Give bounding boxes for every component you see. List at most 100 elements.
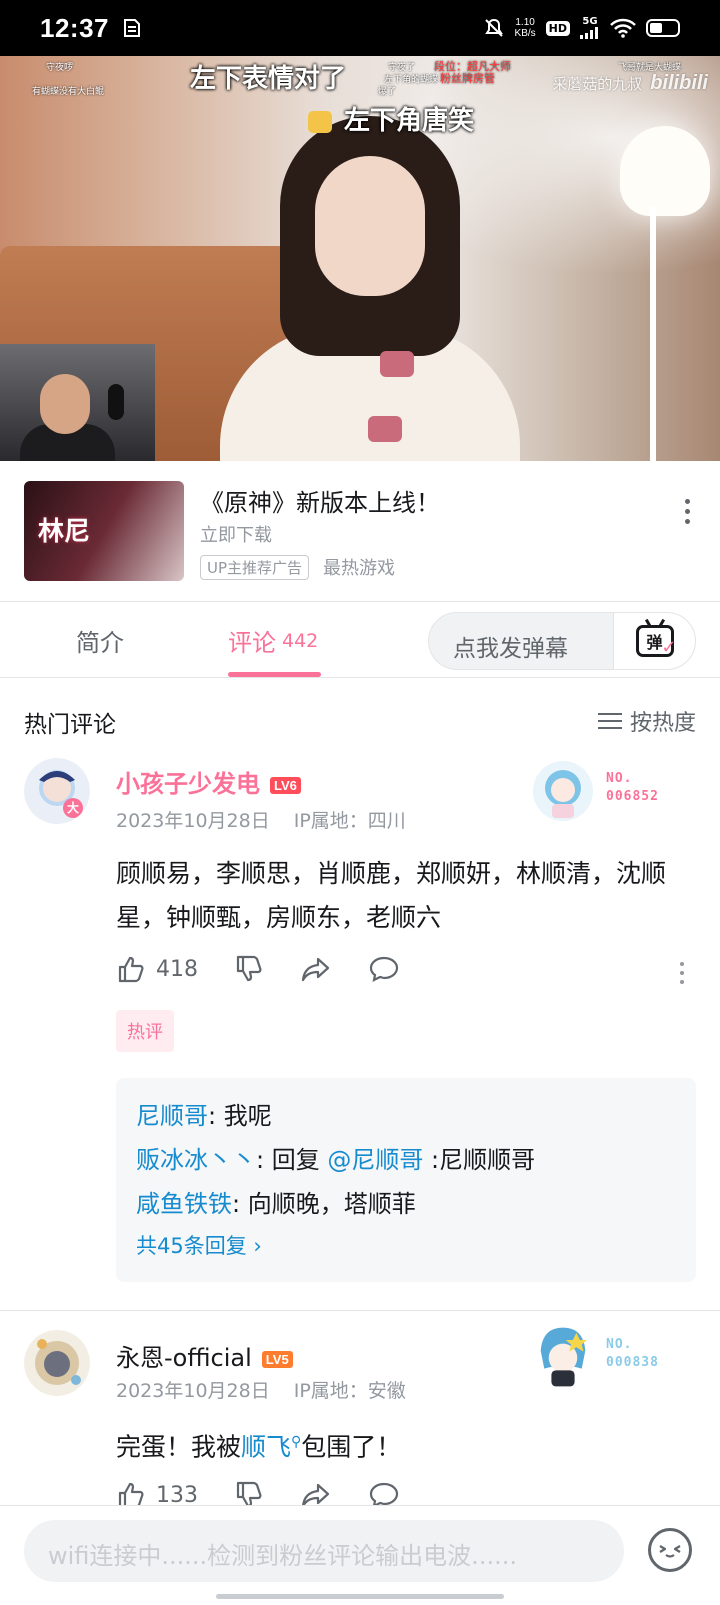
ad-card[interactable]: 林尼 《原神》新版本上线！ 立即下载 UP主推荐广告 最热游戏 — [0, 461, 720, 601]
reply-separator: : — [208, 1102, 217, 1130]
reply-text: 向顺晚，塔顺菲 — [240, 1190, 416, 1218]
share-icon — [301, 957, 330, 982]
ad-image-logo: 林尼 — [38, 517, 91, 547]
reply-mention[interactable]: @尼顺哥 — [327, 1146, 423, 1174]
dislike-button[interactable] — [234, 954, 264, 984]
comment-ip: IP属地：安徽 — [293, 1380, 406, 1402]
fan-badge-avatar-icon — [533, 761, 593, 821]
network-speed-value: 1.10 — [515, 17, 535, 28]
sort-label: 按热度 — [629, 711, 696, 736]
reply-text: 我呢 — [216, 1102, 272, 1130]
danmaku-small: 守夜啰 — [46, 63, 74, 73]
reply-username[interactable]: 尼顺哥 — [136, 1102, 208, 1130]
like-button[interactable]: 418 — [116, 954, 198, 984]
sim-icon — [121, 17, 143, 39]
comment-ip: IP属地：四川 — [293, 810, 406, 832]
hd-badge: HD — [545, 20, 570, 36]
ad-image[interactable]: 林尼 — [24, 481, 184, 581]
bilibili-logo: bilibili — [650, 72, 708, 94]
ad-category: 最热游戏 — [323, 558, 395, 579]
tab-comments-label: 评论 — [228, 629, 276, 657]
video-watermark: 采蘑菇的九叔 bilibili — [552, 72, 708, 95]
sort-button[interactable]: 按热度 — [597, 705, 696, 737]
danmaku-small: 有蝴蝶没有大白鲲 — [32, 87, 105, 97]
comment-date: 2023年10月28日 — [116, 1380, 270, 1402]
like-count: 133 — [156, 1482, 198, 1508]
thumbs-up-emoji-icon — [308, 110, 332, 133]
network-speed: 1.10 KB/s — [515, 17, 536, 39]
comment-meta: 2023年10月28日 IP属地：安徽 — [116, 1376, 406, 1403]
signal-label: 5G — [582, 16, 598, 27]
danmaku-second-text: 左下角唐笑 — [344, 106, 475, 136]
reply-separator: : — [232, 1190, 241, 1218]
comment-date: 2023年10月28日 — [116, 810, 270, 832]
fan-badge-card[interactable]: NO. 006852 — [530, 758, 680, 828]
username-text: 永恩-official — [116, 1344, 252, 1372]
comment-more-icon[interactable] — [680, 962, 684, 984]
home-indicator[interactable] — [216, 1594, 504, 1599]
reply-item[interactable]: 咸鱼铁铁: 向顺晚，塔顺菲 — [136, 1182, 676, 1226]
video-streamer — [200, 106, 530, 461]
reply-preview[interactable]: 尼顺哥: 我呢 贩冰冰丶丶: 回复 @尼顺哥 :尼顺顺哥 咸鱼铁铁: 向顺晚，塔… — [116, 1078, 696, 1282]
comment-text: 完蛋！我被 — [116, 1432, 242, 1462]
ad-more-icon[interactable] — [684, 499, 690, 524]
search-icon[interactable]: ⚲ — [291, 1434, 301, 1450]
comment-bubble-icon — [369, 956, 399, 982]
sort-icon — [597, 713, 622, 729]
view-all-replies-link[interactable]: 共45条回复 › — [136, 1226, 676, 1266]
fan-badge-no-label: NO. — [606, 771, 633, 786]
danmaku-second: 左下角唐笑 — [308, 100, 474, 137]
search-keyword-link[interactable]: 顺飞 — [241, 1432, 291, 1461]
comment-divider — [0, 1310, 720, 1311]
fan-badge-number: 000838 — [606, 1355, 659, 1370]
comment-actions: 418 — [116, 954, 436, 984]
reply-item[interactable]: 贩冰冰丶丶: 回复 @尼顺哥 :尼顺顺哥 — [136, 1138, 676, 1182]
reply-separator: : — [256, 1146, 265, 1174]
ad-subtitle[interactable]: 立即下载 — [200, 521, 272, 547]
fan-badge-no-label: NO. — [606, 1337, 633, 1352]
wifi-icon — [610, 18, 636, 38]
tab-intro[interactable]: 简介 — [76, 602, 124, 679]
avatar[interactable]: 大 — [24, 758, 90, 824]
network-speed-unit: KB/s — [514, 28, 536, 39]
status-time: 12:37 — [40, 12, 109, 43]
danmaku-icon: 弹 ✓ — [635, 625, 677, 658]
mute-icon — [483, 17, 505, 39]
comment-username[interactable]: 永恩-official LV5 — [116, 1338, 293, 1373]
tab-bar: 简介 评论 442 点我发弹幕 弹 ✓ — [0, 601, 720, 678]
comments-count: 442 — [282, 629, 319, 652]
status-bar: 12:37 1.10 KB/s HD 5G — [0, 0, 720, 56]
avatar[interactable] — [24, 1330, 90, 1396]
comment-content: 完蛋！我被顺飞⚲包围了！ — [116, 1420, 676, 1469]
video-player[interactable]: 守夜啰 有蝴蝶没有大白鲲 守夜了 段位：超凡大师 左下角的蝴蝶 粉丝牌房管 爆了… — [0, 56, 720, 461]
avatar-vip-badge: 大 — [67, 801, 80, 815]
fan-badge-avatar-icon — [540, 1327, 588, 1387]
danmaku-top: 左下表情对了 — [190, 64, 347, 94]
reply-item[interactable]: 尼顺哥: 我呢 — [136, 1094, 676, 1138]
reply-username[interactable]: 咸鱼铁铁 — [136, 1190, 232, 1218]
comment-username[interactable]: 小孩子少发电 LV6 — [116, 764, 301, 799]
comment-input-bar: wifi连接中......检测到粉丝评论输出电波...... — [0, 1505, 720, 1605]
thumbs-down-icon — [236, 955, 262, 982]
comment-input[interactable]: wifi连接中......检测到粉丝评论输出电波...... — [24, 1520, 624, 1582]
danmaku-input[interactable]: 点我发弹幕 弹 ✓ — [428, 612, 696, 670]
comment-meta: 2023年10月28日 IP属地：四川 — [116, 806, 406, 833]
danmaku-small: 爆了 — [378, 87, 397, 97]
danmaku-icon-label: 弹 — [646, 633, 663, 652]
danmaku-toggle-button[interactable]: 弹 ✓ — [613, 613, 695, 669]
battery-icon — [646, 19, 680, 37]
share-button[interactable] — [300, 954, 332, 984]
tab-comments[interactable]: 评论 442 — [228, 602, 318, 679]
level-badge: LV6 — [270, 776, 301, 794]
watermark-text: 采蘑菇的九叔 — [552, 75, 643, 93]
username-text: 小孩子少发电 — [116, 770, 260, 798]
reply-button[interactable] — [368, 954, 400, 984]
danmaku-small: 粉丝牌房管 — [440, 72, 495, 85]
ad-title[interactable]: 《原神》新版本上线！ — [200, 483, 440, 518]
fan-badge-card[interactable]: NO. 000838 — [530, 1324, 680, 1394]
status-icons: 1.10 KB/s HD 5G — [483, 17, 680, 39]
reply-username[interactable]: 贩冰冰丶丶 — [136, 1146, 256, 1174]
lamp-decor — [620, 126, 710, 216]
like-count: 418 — [156, 956, 198, 982]
emoji-icon[interactable] — [648, 1528, 692, 1572]
